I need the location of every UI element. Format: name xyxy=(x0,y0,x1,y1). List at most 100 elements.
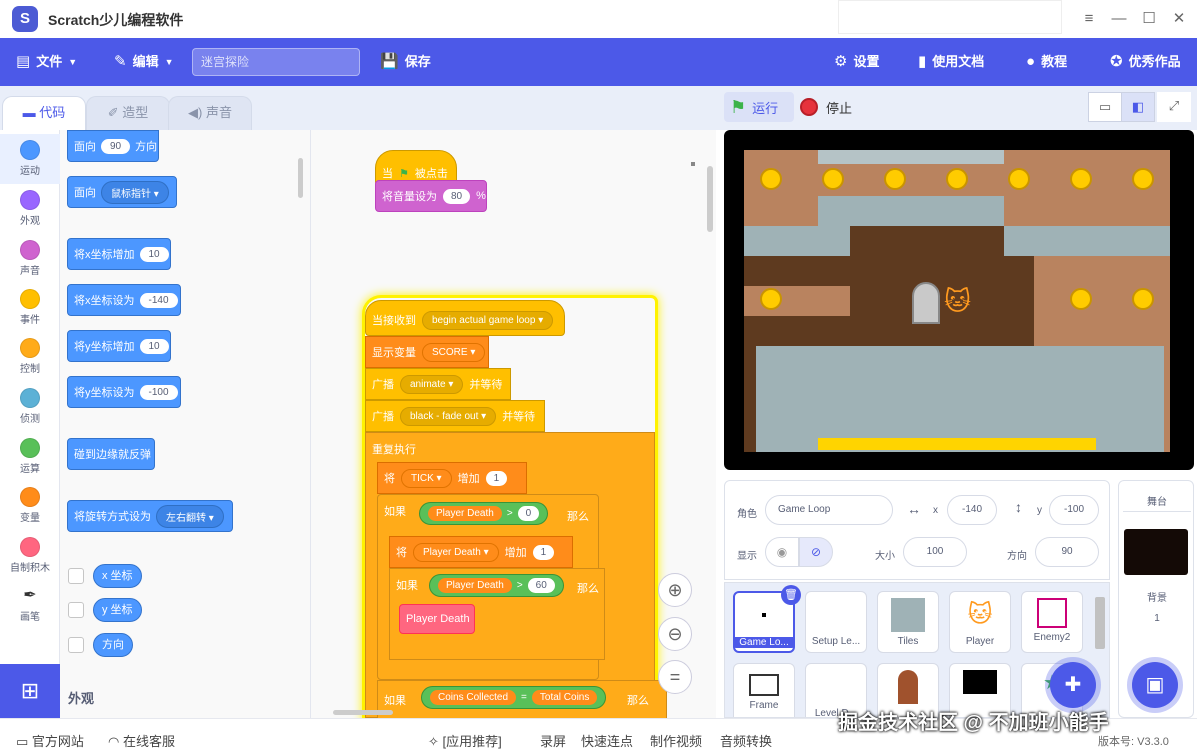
block-dropdown[interactable]: Player Death ▾ xyxy=(413,542,499,562)
broadcast-wait-block[interactable]: 广播 animate ▾ 并等待 xyxy=(365,368,511,400)
category-sound[interactable]: 声音 xyxy=(0,234,60,284)
show-sprite-button[interactable]: ◉ xyxy=(765,537,799,567)
block-input[interactable]: 10 xyxy=(139,338,169,354)
code-workspace[interactable]: 当 ⚑ 被点击 将音量设为 80 % 当接收到 begin actual gam… xyxy=(310,130,716,718)
stage-canvas[interactable]: 🐱 xyxy=(724,130,1194,470)
small-stage-button[interactable]: ▭ xyxy=(1088,92,1122,122)
broadcast-wait-block[interactable]: 广播 black - fade out ▾ 并等待 xyxy=(365,400,545,432)
variable-reporter[interactable]: Player Death xyxy=(428,506,502,521)
settings-menu-icon[interactable]: ≡ xyxy=(1078,8,1100,30)
sprite-tile[interactable]: Frame xyxy=(733,663,795,717)
sprite-tile[interactable]: Tiles xyxy=(877,591,939,653)
y-position-checkbox[interactable] xyxy=(68,602,84,618)
auto-clicker-link[interactable]: 快速连点 xyxy=(581,731,633,750)
block-input[interactable]: 80 xyxy=(443,188,471,204)
greater-than-operator[interactable]: Player Death > 60 xyxy=(429,574,564,597)
reporter-x-position[interactable]: x 坐标 xyxy=(93,564,142,588)
add-sprite-button[interactable]: ✚ xyxy=(1050,662,1096,708)
greater-than-operator[interactable]: Player Death > 0 xyxy=(419,502,549,525)
fullscreen-button[interactable]: ⤢ xyxy=(1157,92,1191,122)
reporter-y-position[interactable]: y 坐标 xyxy=(93,598,142,622)
block-dropdown[interactable]: begin actual game loop ▾ xyxy=(422,310,554,330)
palette-block-point-direction[interactable]: 面向 90 方向 xyxy=(67,130,159,162)
tab-code[interactable]: ▬ 代码 xyxy=(2,96,86,131)
block-input[interactable]: -100 xyxy=(139,384,178,400)
block-input[interactable]: 60 xyxy=(527,578,555,593)
palette-block-point-towards[interactable]: 面向 鼠标指针 ▾ xyxy=(67,176,177,208)
normal-stage-button[interactable]: ◧ xyxy=(1121,92,1155,122)
change-variable-block[interactable]: 将 TICK ▾ 增加 1 xyxy=(377,462,527,494)
showcase-button[interactable]: ✪ 优秀作品 xyxy=(1110,38,1181,86)
sprite-list-scrollbar[interactable] xyxy=(1095,597,1105,649)
palette-block-rotation-style[interactable]: 将旋转方式设为 左右翻转 ▾ xyxy=(67,500,233,532)
direction-checkbox[interactable] xyxy=(68,637,84,653)
block-input[interactable]: 90 xyxy=(101,138,131,154)
direction-input[interactable]: 90 xyxy=(1035,537,1099,567)
sprite-tile[interactable]: Setup Le... xyxy=(805,591,867,653)
stop-button[interactable]: 停止 xyxy=(800,92,880,122)
tab-sounds[interactable]: ◀) 声音 xyxy=(168,96,252,130)
project-name-input[interactable]: 迷宫探险 xyxy=(192,48,360,76)
palette-block-change-x[interactable]: 将x坐标增加 10 xyxy=(67,238,171,270)
make-video-link[interactable]: 制作视频 xyxy=(650,731,702,750)
delete-sprite-icon[interactable]: 🗑 xyxy=(781,585,801,605)
category-sensing[interactable]: 侦测 xyxy=(0,382,60,432)
size-input[interactable]: 100 xyxy=(903,537,967,567)
category-events[interactable]: 事件 xyxy=(0,283,60,333)
official-website-link[interactable]: ▭ 官方网站 xyxy=(16,731,84,750)
audio-convert-link[interactable]: 音频转换 xyxy=(720,731,772,750)
docs-button[interactable]: ▮ 使用文档 xyxy=(918,38,984,86)
palette-block-change-y[interactable]: 将y坐标增加 10 xyxy=(67,330,171,362)
x-position-checkbox[interactable] xyxy=(68,568,84,584)
category-my-blocks[interactable]: 自制积木 xyxy=(0,531,60,581)
variable-reporter[interactable]: Total Coins xyxy=(531,690,598,705)
app-recommend-link[interactable]: ✧ [应用推荐] xyxy=(428,731,502,750)
block-dropdown[interactable]: 鼠标指针 ▾ xyxy=(101,180,169,204)
set-volume-block[interactable]: 将音量设为 80 % xyxy=(375,180,487,212)
y-input[interactable]: -100 xyxy=(1049,495,1099,525)
block-dropdown[interactable]: TICK ▾ xyxy=(401,468,452,488)
category-looks[interactable]: 外观 xyxy=(0,184,60,234)
hide-sprite-button[interactable]: ⊘ xyxy=(799,537,833,567)
block-dropdown[interactable]: animate ▾ xyxy=(400,374,464,394)
minimize-icon[interactable]: — xyxy=(1108,8,1130,30)
save-button[interactable]: 💾 保存 xyxy=(380,38,431,86)
run-button[interactable]: ⚑ 运行 xyxy=(724,92,794,122)
palette-block-set-y[interactable]: 将y坐标设为 -100 xyxy=(67,376,181,408)
block-input[interactable]: 1 xyxy=(485,470,508,486)
variable-reporter[interactable]: Coins Collected xyxy=(430,690,517,705)
close-icon[interactable]: ✕ xyxy=(1168,8,1190,30)
change-variable-block[interactable]: 将 Player Death ▾ 增加 1 xyxy=(389,536,573,568)
palette-block-set-x[interactable]: 将x坐标设为 -140 xyxy=(67,284,181,316)
online-support-link[interactable]: ◠ 在线客服 xyxy=(108,731,175,750)
custom-block-player-death[interactable]: Player Death xyxy=(399,604,475,634)
block-dropdown[interactable]: SCORE ▾ xyxy=(422,342,486,362)
show-variable-block[interactable]: 显示变量 SCORE ▾ xyxy=(365,336,489,368)
block-dropdown[interactable]: black - fade out ▾ xyxy=(400,406,497,426)
equals-operator[interactable]: Coins Collected = Total Coins xyxy=(421,686,607,709)
file-menu[interactable]: ▤ 文件 ▼ xyxy=(16,38,77,86)
palette-scrollbar[interactable] xyxy=(298,158,303,198)
sprite-tile[interactable]: 🐱 Player xyxy=(949,591,1011,653)
sprite-tile[interactable]: Enemy2 xyxy=(1021,591,1083,653)
category-pen[interactable]: ✒ 画笔 xyxy=(0,580,60,630)
variable-reporter[interactable]: Player Death xyxy=(438,578,512,593)
maximize-icon[interactable]: ☐ xyxy=(1138,8,1160,30)
zoom-in-button[interactable]: ⊕ xyxy=(658,573,692,607)
category-variables[interactable]: 变量 xyxy=(0,481,60,531)
add-extension-button[interactable]: ⊞ xyxy=(0,664,60,718)
reporter-direction[interactable]: 方向 xyxy=(93,633,133,657)
sprite-name-input[interactable]: Game Loop xyxy=(765,495,893,525)
block-input[interactable]: 0 xyxy=(517,506,540,521)
workspace-vscrollbar[interactable] xyxy=(707,166,713,232)
block-input[interactable]: 10 xyxy=(139,246,169,262)
add-backdrop-button[interactable]: ▣ xyxy=(1132,662,1178,708)
block-dropdown[interactable]: 左右翻转 ▾ xyxy=(156,504,224,528)
when-receive-block[interactable]: 当接收到 begin actual game loop ▾ xyxy=(365,300,565,336)
tutorial-button[interactable]: ● 教程 xyxy=(1026,38,1067,86)
category-operators[interactable]: 运算 xyxy=(0,432,60,482)
x-input[interactable]: -140 xyxy=(947,495,997,525)
zoom-reset-button[interactable]: = xyxy=(658,660,692,694)
zoom-out-button[interactable]: ⊖ xyxy=(658,617,692,651)
category-motion[interactable]: 运动 xyxy=(0,134,60,184)
